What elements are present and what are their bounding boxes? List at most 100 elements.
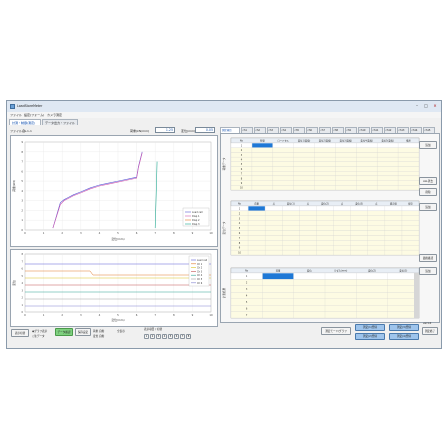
page-button[interactable]: 3 xyxy=(156,334,161,339)
table-row xyxy=(230,156,420,162)
legend-label: Ch 5 xyxy=(197,278,203,281)
radio-raw-label: 生データ xyxy=(34,335,45,338)
radio-raw[interactable]: ○生データ xyxy=(32,334,45,338)
close-icon[interactable]: × xyxy=(431,103,439,109)
x-tick-label: 8 xyxy=(173,313,175,317)
table-row xyxy=(230,220,420,226)
radio-graph[interactable]: ◉グラフ表示 xyxy=(32,329,47,333)
scrollbar xyxy=(414,273,419,318)
page-button[interactable]: 1 xyxy=(144,334,149,339)
column-header: 時間 xyxy=(260,139,265,143)
column-header: 変位5(変換) xyxy=(381,139,394,143)
legend-label: Disp 3 xyxy=(192,223,200,226)
table-row xyxy=(230,235,420,241)
x-tick-label: 6 xyxy=(136,313,138,317)
scale-load[interactable]: 荷重 自動 xyxy=(93,329,104,333)
clear-all-button[interactable]: ALL消去 xyxy=(419,177,437,185)
y-tick-label: 3 xyxy=(21,199,23,203)
add-button-3[interactable]: 追加 xyxy=(419,267,437,275)
app-window: LoadStoreMeter – □ × ファイル 設定(フォーム) カメラ測定… xyxy=(6,100,442,349)
y-tick-label: 4 xyxy=(21,282,23,285)
final-check-button[interactable]: 最終確認 xyxy=(419,254,437,262)
add-button-2[interactable]: 追加 xyxy=(419,203,437,211)
select-all[interactable]: 全表示 xyxy=(117,329,125,333)
x-tick-label: 0 xyxy=(24,231,26,235)
x-tick-label: 0 xyxy=(24,313,26,317)
menu-camera[interactable]: カメラ測定 xyxy=(47,113,62,117)
column-header: 変位(2) xyxy=(368,269,376,273)
x-tick-label: 7 xyxy=(154,313,156,317)
page-button[interactable]: 5 xyxy=(168,334,173,339)
menu-bar: ファイル 設定(フォーム) カメラ測定 xyxy=(7,112,441,118)
y-tick-label: 6 xyxy=(21,169,23,173)
y-tick-label: 8 xyxy=(21,253,23,256)
legend: Load cellCh 1Ch 2Ch 3Ch 4Ch 5Ch 6 xyxy=(188,255,210,287)
menu-file[interactable]: ファイル xyxy=(10,113,22,117)
end-measure-button[interactable]: 測定終了 xyxy=(422,327,438,335)
column-header: 変位3(変換) xyxy=(340,139,353,143)
column-header: 変位1(変換) xyxy=(298,139,311,143)
y-tick-label: 4 xyxy=(21,189,23,193)
save-setting-button[interactable]: 保存設定 xyxy=(75,328,91,336)
y-tick-label: 3 xyxy=(21,289,23,292)
y-tick-label: 2 xyxy=(21,208,23,212)
selected-cell xyxy=(252,143,273,148)
register-4-button[interactable]: 測定(4)登録 xyxy=(389,333,419,340)
add-button-1[interactable]: 追加 xyxy=(419,141,437,149)
column-header: ひずみ(mm) xyxy=(334,269,347,273)
x-axis-label: 変位(mm) xyxy=(111,237,124,241)
page-button[interactable]: 6 xyxy=(174,334,179,339)
disp-chart: 0 1 2 3 4 5 6 7 8 9 10876543210変位(mm)変位Load cellCh… xyxy=(12,253,213,322)
row-number: 10 xyxy=(240,187,243,190)
data-grids: 荷重データNo 時間 ロードセル 変位1(変換) 変位2(変換) 変位3(変換) 変位4(変… xyxy=(222,137,420,319)
y-tick-label: 7 xyxy=(21,260,23,263)
page-button[interactable]: 2 xyxy=(150,334,155,339)
register-3-button[interactable]: 測定(3)登録 xyxy=(389,324,419,331)
legend-label: Ch 3 xyxy=(197,270,203,273)
mode-button[interactable]: 測定モード/グラフ xyxy=(321,327,351,335)
column-header: 荷重 xyxy=(276,269,281,273)
y-tick-label: 7 xyxy=(21,160,23,164)
register-2-button[interactable]: 測定(2)登録 xyxy=(355,333,385,340)
column-header: 保存 xyxy=(408,202,413,206)
x-tick-label: 3 xyxy=(80,313,82,317)
column-header: 変位(2) xyxy=(321,202,329,206)
x-axis-label: 変位(mm) xyxy=(111,318,124,322)
page-button[interactable]: 7 xyxy=(180,334,185,339)
x-tick-label: 3 xyxy=(80,231,82,235)
column-header: 備考 xyxy=(406,139,411,143)
app-icon xyxy=(10,104,15,109)
tab-output[interactable]: データ出力・ファイル xyxy=(42,119,78,125)
page-button[interactable]: 4 xyxy=(162,334,167,339)
delete-button[interactable]: 削除 xyxy=(419,188,437,196)
x-tick-label: 4 xyxy=(99,313,101,317)
column-header: 補正値 xyxy=(390,202,398,206)
x-tick-label: 5 xyxy=(117,231,119,235)
column-header: 荷重 xyxy=(254,202,259,206)
x-tick-label: 1 xyxy=(43,313,45,317)
tab-measure[interactable]: 計測・制御(測定) xyxy=(9,119,41,125)
x-tick-label: 10 xyxy=(209,231,213,235)
column-header: 変位(3) xyxy=(355,202,363,206)
y-tick-label: 2 xyxy=(21,297,23,300)
x-tick-label: 2 xyxy=(61,313,63,317)
column-header: 変位 xyxy=(307,269,312,273)
display-toggle-button[interactable]: 表示切替 xyxy=(11,329,29,337)
maximize-icon[interactable]: □ xyxy=(422,103,430,109)
page-button[interactable]: 8 xyxy=(186,334,191,339)
result-grid-side-label: 計測結果 xyxy=(222,287,226,298)
data-check-button[interactable]: データ確認 xyxy=(55,328,73,336)
result-grid-header-bg xyxy=(230,267,420,274)
y-tick-label: 8 xyxy=(21,150,23,154)
minimize-icon[interactable]: – xyxy=(413,103,421,109)
scale-disp[interactable]: 変位 自動 xyxy=(93,334,104,338)
menu-settings[interactable]: 設定(フォーム) xyxy=(24,113,44,117)
legend-label: Disp 1 xyxy=(192,215,200,218)
radio-graph-label: グラフ表示 xyxy=(34,330,48,333)
main-tabs: 計測・制御(測定) データ出力・ファイル xyxy=(7,119,441,125)
field1-label: 荷重(kN/mm) xyxy=(130,129,150,133)
x-tick-label: 6 xyxy=(136,231,138,235)
register-1-button[interactable]: 測定(1)登録 xyxy=(355,324,385,331)
column-header: 変位(1) xyxy=(287,202,295,206)
x-tick-label: 9 xyxy=(192,313,194,317)
